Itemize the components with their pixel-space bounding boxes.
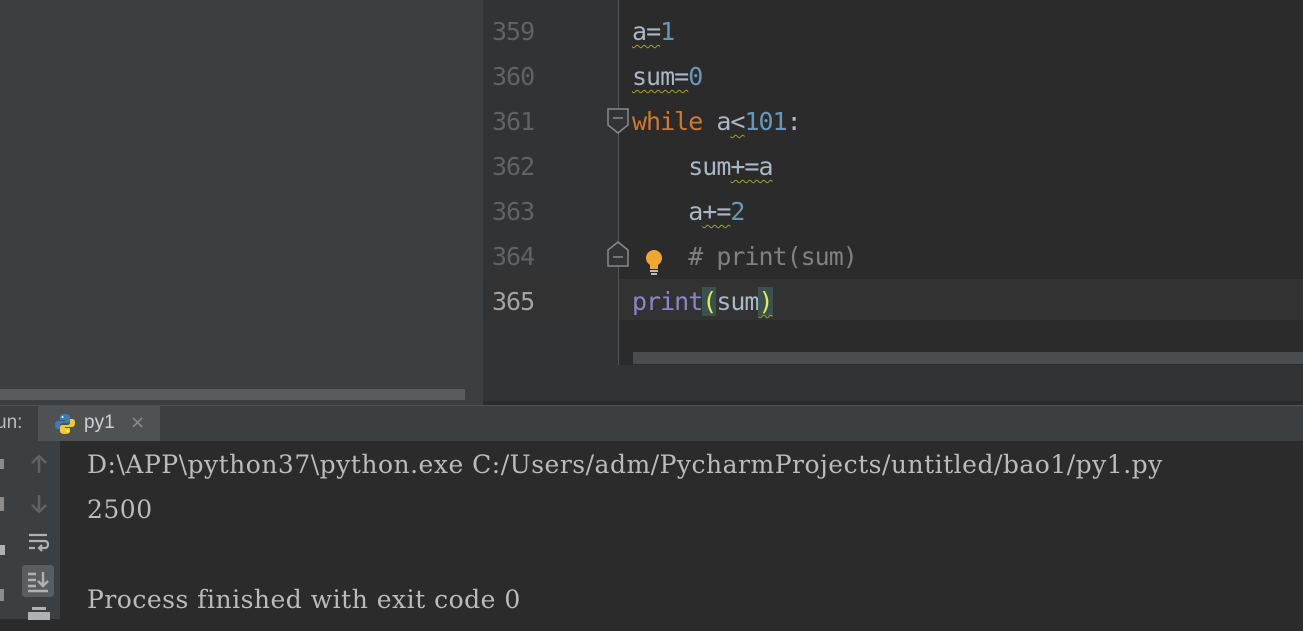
run-toolbar — [0, 441, 60, 620]
line-number: 364 — [492, 242, 535, 271]
console-exit-message: Process finished with exit code 0 — [87, 585, 521, 614]
run-label: un: — [0, 412, 23, 433]
line-number: 360 — [492, 62, 535, 91]
run-tab-label: py1 — [84, 412, 115, 433]
code-line[interactable]: sum=0 — [632, 62, 703, 91]
fold-icon[interactable] — [607, 108, 629, 134]
editor-bottom-area — [483, 365, 1303, 401]
soft-wrap-icon[interactable] — [26, 529, 52, 555]
cropped-icon — [0, 459, 4, 469]
fold-end-icon[interactable] — [607, 241, 629, 267]
console-command-line: D:\APP\python37\python.exe C:/Users/adm/… — [87, 450, 1163, 479]
code-line[interactable]: # print(sum) — [632, 242, 858, 271]
python-icon — [55, 414, 75, 434]
cropped-icon — [0, 589, 4, 601]
line-number-current: 365 — [492, 287, 535, 316]
console-output-line: 2500 — [87, 495, 153, 524]
code-editor[interactable]: 359 360 361 362 363 364 365 a=1 sum=0 wh… — [483, 0, 1303, 365]
run-console[interactable]: D:\APP\python37\python.exe C:/Users/adm/… — [60, 441, 1303, 619]
cropped-icon — [0, 497, 4, 511]
run-tool-window-header: un: py1 × — [0, 405, 1303, 442]
close-icon[interactable]: × — [130, 412, 145, 433]
arrow-down-icon[interactable] — [26, 491, 52, 517]
code-line[interactable]: while a<101: — [632, 107, 802, 136]
code-line[interactable]: sum+=a — [632, 152, 773, 181]
line-number: 363 — [492, 197, 535, 226]
line-number: 361 — [492, 107, 535, 136]
cropped-icon — [0, 545, 5, 555]
line-number: 359 — [492, 17, 535, 46]
current-line-highlight — [483, 279, 1303, 320]
code-line[interactable]: a=1 — [632, 17, 675, 46]
arrow-up-icon[interactable] — [26, 451, 52, 477]
editor-horizontal-scrollbar[interactable] — [633, 352, 1303, 364]
gutter-separator — [618, 0, 619, 365]
project-horizontal-scrollbar[interactable] — [0, 389, 465, 400]
scroll-to-end-icon[interactable] — [22, 565, 54, 597]
project-panel — [0, 0, 483, 405]
code-line-current[interactable]: print(sum) — [632, 287, 774, 316]
print-icon[interactable] — [26, 605, 52, 631]
run-tab-py1[interactable]: py1 × — [38, 406, 160, 442]
code-line[interactable]: a+=2 — [632, 197, 745, 226]
line-number: 362 — [492, 152, 535, 181]
